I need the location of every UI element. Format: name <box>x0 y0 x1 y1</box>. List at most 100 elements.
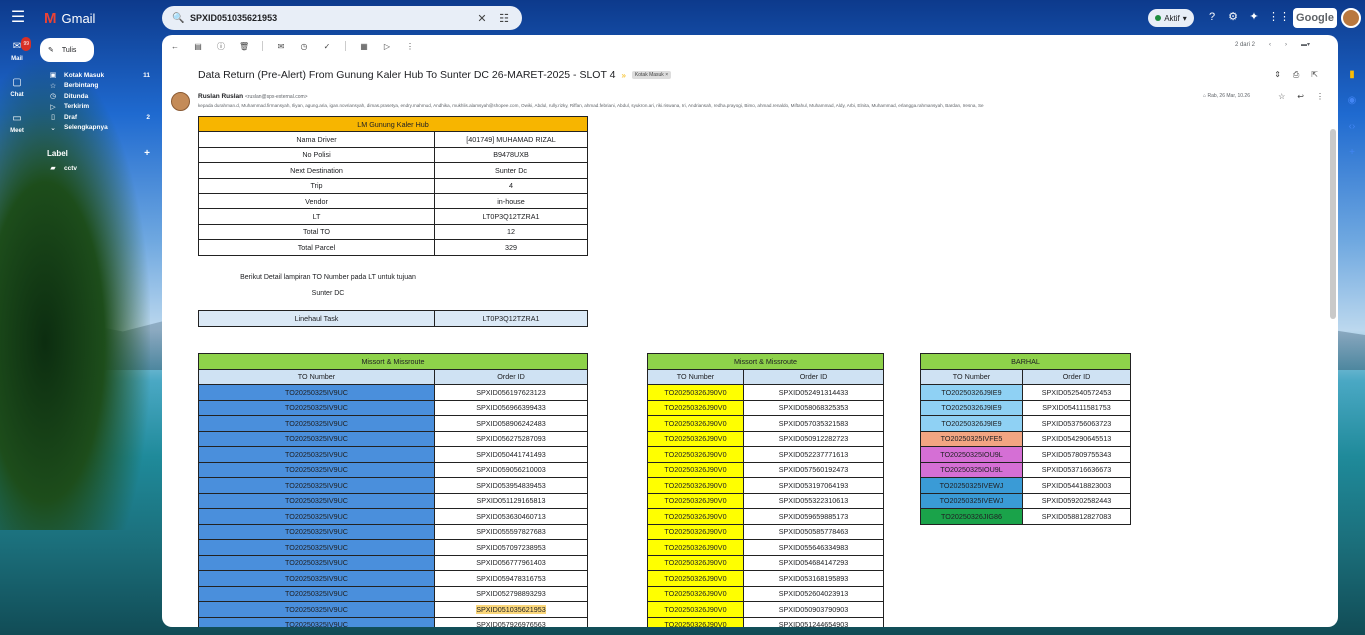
table-title-row: Missort & Missroute <box>647 353 884 370</box>
nav-item-more[interactable]: ⌄ Selengkapnya <box>40 123 158 134</box>
star-icon[interactable]: ☆ <box>1278 92 1285 101</box>
date-text: Rab, 26 Mar, 10.26 <box>1207 93 1250 99</box>
table-row: TO20250325IV9UC SPXID053630460713 <box>198 508 588 525</box>
to-number-cell: TO20250326J90V0 <box>647 539 744 556</box>
nav-item-drafts[interactable]: ▯ Draf 2 <box>40 112 158 123</box>
nav-item-snoozed[interactable]: ◷ Ditunda <box>40 91 158 102</box>
more-vert-icon[interactable]: ⋮ <box>405 42 415 51</box>
menu-icon[interactable]: ☰ <box>9 9 27 27</box>
keyboard-icon[interactable]: ▬▾ <box>1301 41 1310 48</box>
rail-mail[interactable]: ✉ 99 Mail <box>0 37 34 76</box>
info-value: LT0P3Q12TZRA1 <box>434 208 588 225</box>
gemini-icon[interactable]: ✦ <box>1247 10 1261 24</box>
status-button[interactable]: Aktif ▾ <box>1148 9 1194 27</box>
add-addon-icon[interactable]: + <box>1342 140 1362 166</box>
keep-icon[interactable]: ▮ <box>1342 62 1362 88</box>
linehaul-label: Linehaul Task <box>198 310 435 327</box>
table-row: TO20250325IV9UC SPXID051129165813 <box>198 492 588 509</box>
to-number-cell: TO20250325IV9UC <box>198 477 435 494</box>
chevron-down-icon: ⌄ <box>50 124 56 132</box>
report-spam-icon[interactable]: ⓘ <box>216 41 226 52</box>
chevron-left-icon[interactable]: ‹ <box>1269 42 1271 48</box>
table-title: Missort & Missroute <box>198 353 588 370</box>
pencil-icon: ✎ <box>48 47 54 54</box>
inbox-label-chip[interactable]: Kotak Masuk × <box>631 71 672 79</box>
search-input[interactable]: SPXID051035621953 <box>190 13 468 23</box>
info-value: B9478UXB <box>434 146 588 164</box>
watermark-subtitle: Go to Settings to activate Windows. <box>1073 581 1263 595</box>
driver-info-table: LM Gunung Kaler Hub Nama Driver [401749] … <box>198 115 588 256</box>
order-id-cell: SPXID054290645513 <box>1022 430 1131 447</box>
to-number-cell: TO20250326J90V0 <box>647 446 744 463</box>
reply-icon[interactable]: ↩ <box>1297 92 1304 101</box>
archive-icon[interactable]: ▤ <box>193 42 203 51</box>
rail-meet[interactable]: ▭ Meet <box>0 112 34 148</box>
table-row: TO20250326J90V0 SPXID052604023913 <box>647 585 884 602</box>
delete-icon[interactable]: 🗑 <box>239 42 249 51</box>
gear-icon[interactable]: ⚙ <box>1226 10 1240 24</box>
meet-icon: ▭ <box>12 113 22 124</box>
add-task-icon[interactable]: ✓ <box>322 42 332 51</box>
rail-chat[interactable]: ▢ Chat <box>0 76 34 112</box>
top-bar: ☰ M Gmail 🔍 SPXID051035621953 ✕ ☷ Aktif … <box>0 0 1365 36</box>
sender-name[interactable]: Ruslan Ruslan <box>198 93 243 100</box>
order-id-cell: SPXID059202582443 <box>1022 492 1131 509</box>
expand-all-icon[interactable]: ⇕ <box>1274 70 1281 80</box>
info-label: Nama Driver <box>198 131 435 148</box>
table-row: Total TO 12 <box>198 223 588 241</box>
table-row: TO20250325IV9UC SPXID059478316753 <box>198 570 588 587</box>
to-number-cell: TO20250325IV9UC <box>198 461 435 478</box>
detail-text-line: Sunter DC <box>311 290 345 297</box>
to-number-cell: TO20250326J9IE9 <box>920 415 1023 432</box>
label-item-cctv[interactable]: ▰ cctv <box>40 163 158 174</box>
more-vert-icon[interactable]: ⋮ <box>1316 92 1324 101</box>
nav-item-starred[interactable]: ☆ Berbintang <box>40 81 158 92</box>
order-id-cell: SPXID056275287093 <box>434 430 588 447</box>
table-row: TO20250325IVFE5 SPXID054290645513 <box>920 430 1131 447</box>
account-avatar[interactable] <box>1341 8 1361 28</box>
labels-header: Label + <box>40 147 158 159</box>
order-id-cell: SPXID055322310613 <box>743 492 884 509</box>
column-header: Order ID <box>743 368 884 385</box>
google-account-logo[interactable]: Google <box>1293 8 1337 28</box>
search-bar[interactable]: 🔍 SPXID051035621953 ✕ ☷ <box>162 6 522 30</box>
table-row: TO20250325IV9UC SPXID055597827683 <box>198 523 588 540</box>
recipients-line[interactable]: kepada durahman.d, Muhammad.firmansyah, … <box>198 103 1243 108</box>
snooze-icon[interactable]: ◷ <box>299 42 309 51</box>
sender-line: Ruslan Ruslan <ruslan@spx-external.com> <box>198 93 308 100</box>
move-to-icon[interactable]: ▦ <box>359 42 369 51</box>
send-icon: ▷ <box>50 103 56 111</box>
nav-item-inbox[interactable]: ▣ Kotak Masuk 11 <box>40 70 158 81</box>
open-new-window-icon[interactable]: ⇱ <box>1311 70 1318 80</box>
info-table-body: Nama Driver [401749] MUHAMAD RIZAL No Poli… <box>198 131 588 256</box>
clock-icon: ◷ <box>49 93 57 101</box>
print-icon[interactable]: ⎙ <box>1293 70 1299 80</box>
search-icon[interactable]: 🔍 <box>172 13 184 24</box>
to-number-cell: TO20250326J9IE9 <box>920 384 1023 401</box>
add-label-icon[interactable]: + <box>144 148 150 159</box>
contacts-icon[interactable]: ‹› <box>1342 114 1362 140</box>
chevron-right-icon[interactable]: › <box>1285 42 1287 48</box>
status-label: Aktif <box>1164 13 1180 23</box>
table-row: TO20250326J9IE9 SPXID054111581753 <box>920 399 1131 416</box>
order-id-cell: SPXID059478316753 <box>434 570 588 587</box>
clear-search-icon[interactable]: ✕ <box>474 12 490 25</box>
draft-icon: ▯ <box>51 114 55 122</box>
back-icon[interactable]: ← <box>170 42 180 51</box>
gmail-logo[interactable]: M Gmail <box>44 10 95 27</box>
tasks-icon[interactable]: ◉ <box>1342 88 1362 114</box>
compose-button[interactable]: ✎ Tulis <box>40 38 94 62</box>
nav-item-sent[interactable]: ▷ Terkirim <box>40 102 158 113</box>
column-header: Order ID <box>434 368 588 385</box>
to-number-cell: TO20250326J90V0 <box>647 508 744 525</box>
label-icon[interactable]: ▷ <box>382 42 392 51</box>
mark-unread-icon[interactable]: ✉ <box>276 42 286 51</box>
apps-grid-icon[interactable]: ⋮⋮ <box>1268 10 1290 24</box>
scrollbar[interactable] <box>1330 129 1336 319</box>
sender-avatar[interactable] <box>171 92 190 111</box>
table-row: TO20250326J90V0 SPXID057035321583 <box>647 415 884 432</box>
search-options-icon[interactable]: ☷ <box>496 12 512 25</box>
rail-label: Mail <box>11 56 23 62</box>
help-icon[interactable]: ? <box>1205 10 1219 24</box>
important-marker-icon[interactable]: » <box>621 71 625 80</box>
